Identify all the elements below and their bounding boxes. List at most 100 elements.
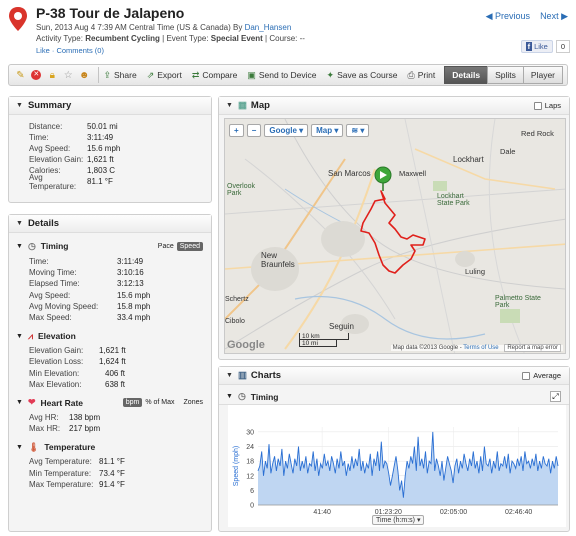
expand-icon[interactable]: ⤢ [550,391,561,402]
collapse-triangle-icon: ▼ [16,399,23,407]
average-checkbox[interactable]: Average [522,371,561,380]
timing-header[interactable]: ▼ ◷ Timing Pace Speed [9,239,211,253]
zoom-out-button[interactable]: − [246,124,262,137]
edit-icon[interactable]: ✎ [13,67,28,83]
map-header[interactable]: ▼ ▦ Map Laps [219,97,569,115]
facebook-like-button[interactable]: f Like [520,40,553,53]
zoom-in-button[interactable]: + [229,124,244,137]
row-value: 1,621 ft [87,155,114,164]
timing-row: Avg Moving Speed: 15.8 mph [9,301,211,312]
row-value: 1,624 ft [99,357,126,367]
elevation-header[interactable]: ▼ ⩘ Elevation [9,329,211,343]
heart-icon: ❤ [27,397,36,408]
activity-type-label: Activity Type: [36,34,83,43]
heart-rate-title: Heart Rate [40,397,84,408]
laps-checkbox[interactable]: Laps [533,100,561,110]
map-canvas[interactable]: + − Google ▾ Map ▾ ≋ ▾ San Marcos Maxwel… [224,118,566,354]
next-link[interactable]: Next ▶ [540,11,568,21]
privacy-icon[interactable]: 🔒︎ [45,67,60,83]
place-label: Maxwell [399,169,427,178]
speed-toggle[interactable]: Speed [176,241,203,251]
pace-toggle[interactable]: Pace [158,243,174,250]
zones-toggle[interactable]: Zones [184,399,203,406]
temperature-row: Max Temperature: 91.4 °F [9,479,211,490]
temperature-title: Temperature [44,442,96,453]
toolbar-divider [97,67,99,83]
laps-label: Laps [544,100,561,110]
row-label: Elapsed Time: [29,279,80,289]
activity-info: Activity Type: Recumbent Cycling | Event… [36,34,305,43]
summary-row: Elevation Gain: 1,621 ft [9,154,211,165]
layers-select[interactable]: ≋ ▾ [346,124,370,137]
tab-player[interactable]: Player [522,66,563,84]
share-button[interactable]: ⇪ Share [103,70,136,81]
tab-splits[interactable]: Splits [487,66,524,84]
x-axis-select[interactable]: Time (h:m:s) ▾ [372,515,425,525]
event-type-value[interactable]: Special Event [211,34,263,43]
average-checkbox-box[interactable] [522,372,531,380]
details-header[interactable]: ▼ Details [9,215,211,233]
row-value: 15.6 mph [117,290,151,300]
heart-rate-rows: Avg HR: 138 bpm Max HR: 217 bpm [9,410,211,434]
place-label: Palmetto State Park [495,295,541,309]
map-type-select[interactable]: Map ▾ [311,124,344,137]
laps-checkbox-box[interactable] [533,102,542,110]
save-as-course-button[interactable]: ✦ Save as Course [327,70,398,81]
row-value: 406 ft [105,368,126,378]
previous-link[interactable]: ◀ Previous [486,11,530,21]
compare-button[interactable]: ⇄ Compare [192,70,238,81]
place-label: Overlook Park [227,183,256,197]
place-label: Lockhart [453,155,484,164]
row-label: Avg HR: [29,412,59,422]
timing-rows: Time: 3:11:49 Moving Time: 3:10:16 Elapsed… [9,253,211,323]
temperature-header[interactable]: ▼ 🌡︎ Temperature [9,440,211,454]
elevation-title: Elevation [38,331,76,342]
charts-header[interactable]: ▼ ▥ Charts Average [219,367,569,385]
tab-details[interactable]: Details [444,66,489,84]
summary-row: Distance: 50.01 mi [9,121,211,132]
map-icon: ▦ [237,100,247,111]
activity-type-value[interactable]: Recumbent Cycling [85,34,160,43]
row-label: Max HR: [29,424,61,434]
chart-icon: ▥ [237,370,247,381]
collapse-triangle-icon: ▼ [16,443,23,451]
print-button[interactable]: ⎙ Print [408,70,436,81]
clock-icon: ◷ [27,240,36,251]
delete-icon[interactable]: ✕ [29,67,44,83]
report-error-link[interactable]: Report a map error [504,344,561,352]
thermometer-icon: 🌡︎ [27,441,40,452]
map-title: Map [250,100,270,111]
page-title: P-38 Tour de Jalapeno [36,5,185,21]
map-provider-select[interactable]: Google ▾ [264,124,309,137]
favorite-star-icon[interactable]: ☆ [61,67,76,83]
timing-row: Elapsed Time: 3:12:13 [9,278,211,289]
heart-rate-row: Avg HR: 138 bpm [9,412,211,423]
export-button[interactable]: ⇗ Export [147,70,182,81]
route-path[interactable] [360,190,426,274]
like-link[interactable]: Like [36,46,50,55]
y-tick-label: 12 [246,473,254,480]
course-icon: ✦ [326,69,335,80]
percent-max-toggle[interactable]: % of Max [145,399,174,406]
row-label: Avg Speed: [29,144,71,153]
print-icon: ⎙ [407,69,415,80]
author-link[interactable]: Dan_Hansen [245,23,292,32]
place-label: Cibolo [225,318,245,325]
device-icon: ▣ [247,69,256,80]
heart-rate-header[interactable]: ▼ ❤ Heart Rate bpm % of Max Zones [9,396,211,410]
row-value: 33.4 mph [117,313,151,323]
place-label: Red Rock [521,129,554,138]
export-icon: ⇗ [146,69,155,80]
people-icon[interactable]: ☻ [77,67,92,83]
x-tick-label: 02:46:40 [505,509,532,516]
average-label: Average [533,370,561,380]
terms-link[interactable]: Terms of Use [463,345,498,351]
row-value: 638 ft [105,379,126,389]
y-axis-label: Speed (mph) [233,446,240,486]
bpm-toggle[interactable]: bpm [122,398,143,408]
summary-header[interactable]: ▼ Summary [9,97,211,115]
start-marker-icon[interactable] [374,166,392,191]
timing-chart-header[interactable]: ▼ ◷ Timing ⤢ [219,389,569,405]
send-to-device-button[interactable]: ▣ Send to Device [247,70,316,81]
comments-link[interactable]: · Comments (0) [52,46,104,55]
